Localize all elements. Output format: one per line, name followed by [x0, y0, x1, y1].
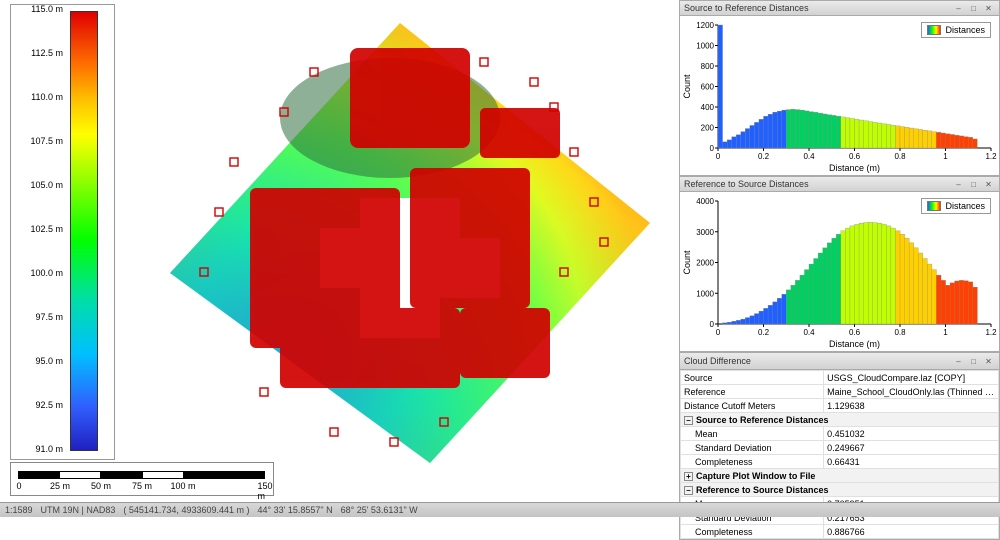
- svg-text:0.4: 0.4: [803, 328, 815, 337]
- svg-text:0.6: 0.6: [849, 152, 861, 161]
- svg-text:0.6: 0.6: [849, 328, 861, 337]
- scalebar-label: 100 m: [170, 481, 195, 491]
- colorbar-tick-label: 102.5 m: [15, 224, 63, 234]
- minimize-icon[interactable]: –: [952, 355, 965, 368]
- svg-text:Count: Count: [682, 74, 692, 99]
- svg-text:1000: 1000: [696, 289, 714, 298]
- table-row[interactable]: –Source to Reference Distances: [681, 413, 999, 427]
- svg-text:0.4: 0.4: [803, 152, 815, 161]
- panel-title-text: Reference to Source Distances: [684, 179, 809, 189]
- scalebar-label: 50 m: [91, 481, 111, 491]
- maximize-icon[interactable]: □: [967, 355, 980, 368]
- table-row[interactable]: Standard Deviation0.249667: [681, 441, 999, 455]
- scalebar-label: 0: [16, 481, 21, 491]
- colorbar-tick-label: 107.5 m: [15, 136, 63, 146]
- table-row[interactable]: –Reference to Source Distances: [681, 483, 999, 497]
- table-row[interactable]: Distance Cutoff Meters1.129638: [681, 399, 999, 413]
- scale-bar: 025 m50 m75 m100 m150 m: [10, 462, 274, 496]
- colorbar-tick-label: 97.5 m: [15, 312, 63, 322]
- scalebar-label: 150 m: [257, 481, 272, 501]
- status-scale: 1:1589: [5, 505, 33, 515]
- svg-text:0: 0: [716, 328, 721, 337]
- svg-text:Distance (m): Distance (m): [829, 163, 880, 173]
- colorbar-tick-label: 100.0 m: [15, 268, 63, 278]
- svg-text:400: 400: [701, 103, 715, 112]
- colorbar-tick-label: 110.0 m: [15, 92, 63, 102]
- svg-text:Count: Count: [682, 250, 692, 275]
- chart-legend: Distances: [921, 198, 991, 214]
- svg-text:1000: 1000: [696, 42, 714, 51]
- svg-text:3000: 3000: [696, 228, 714, 237]
- svg-text:1: 1: [943, 152, 948, 161]
- close-icon[interactable]: ✕: [982, 2, 995, 15]
- scalebar-label: 25 m: [50, 481, 70, 491]
- colorbar-tick-label: 92.5 m: [15, 400, 63, 410]
- colorbar-tick-label: 105.0 m: [15, 180, 63, 190]
- svg-text:2000: 2000: [696, 259, 714, 268]
- close-icon[interactable]: ✕: [982, 355, 995, 368]
- colorbar: 115.0 m 112.5 m 110.0 m 107.5 m 105.0 m 102.5…: [10, 4, 115, 460]
- svg-text:800: 800: [701, 62, 715, 71]
- svg-text:0.2: 0.2: [758, 152, 770, 161]
- panel-title-text: Source to Reference Distances: [684, 3, 809, 13]
- svg-text:4000: 4000: [696, 197, 714, 206]
- close-icon[interactable]: ✕: [982, 178, 995, 191]
- svg-text:0: 0: [710, 144, 715, 153]
- colorbar-tick-label: 91.0 m: [15, 444, 63, 454]
- svg-text:1.2: 1.2: [985, 328, 997, 337]
- status-latitude: 44° 33' 15.8557" N: [258, 505, 333, 515]
- svg-text:1: 1: [943, 328, 948, 337]
- table-row[interactable]: Completeness0.886766: [681, 525, 999, 539]
- maximize-icon[interactable]: □: [967, 2, 980, 15]
- status-projection: UTM 19N | NAD83: [41, 505, 116, 515]
- chart-legend: Distances: [921, 22, 991, 38]
- legend-swatch-icon: [927, 25, 941, 35]
- table-row[interactable]: SourceUSGS_CloudCompare.laz [COPY]: [681, 371, 999, 385]
- panel-title-text: Cloud Difference: [684, 356, 751, 366]
- svg-text:0.8: 0.8: [894, 328, 906, 337]
- table-row[interactable]: +Capture Plot Window to File: [681, 469, 999, 483]
- colorbar-gradient: [70, 11, 98, 451]
- collapse-icon[interactable]: –: [684, 486, 693, 495]
- status-bar: 1:1589 UTM 19N | NAD83 ( 545141.734, 493…: [0, 502, 1000, 517]
- minimize-icon[interactable]: –: [952, 2, 965, 15]
- svg-text:600: 600: [701, 83, 715, 92]
- table-row[interactable]: Completeness0.66431: [681, 455, 999, 469]
- colorbar-tick-label: 112.5 m: [15, 48, 63, 58]
- svg-text:0: 0: [710, 320, 715, 329]
- table-row[interactable]: ReferenceMaine_School_CloudOnly.las (Thi…: [681, 385, 999, 399]
- collapse-icon[interactable]: –: [684, 416, 693, 425]
- table-row[interactable]: Mean0.451032: [681, 427, 999, 441]
- status-longitude: 68° 25' 53.6131" W: [341, 505, 418, 515]
- legend-label: Distances: [945, 201, 985, 211]
- point-cloud-view[interactable]: [130, 8, 670, 478]
- main-viewport[interactable]: 115.0 m 112.5 m 110.0 m 107.5 m 105.0 m 102.5…: [0, 0, 679, 502]
- svg-text:0.8: 0.8: [894, 152, 906, 161]
- colorbar-tick-label: 95.0 m: [15, 356, 63, 366]
- reference-to-source-panel: Reference to Source Distances – □ ✕ 0100…: [679, 176, 1000, 352]
- r2s-histogram[interactable]: 0 1000 2000 3000 4000 0 0.2 0.4 0.6 0.8 1 1.2 Distan…: [680, 192, 999, 351]
- svg-text:1200: 1200: [696, 21, 714, 30]
- minimize-icon[interactable]: –: [952, 178, 965, 191]
- collapse-icon[interactable]: +: [684, 472, 693, 481]
- colorbar-tick-label: 115.0 m: [15, 4, 63, 14]
- legend-swatch-icon: [927, 201, 941, 211]
- svg-text:Distance (m): Distance (m): [829, 339, 880, 349]
- right-side-panels: Source to Reference Distances – □ ✕ 0 200…: [679, 0, 1000, 502]
- source-to-reference-panel: Source to Reference Distances – □ ✕ 0 200…: [679, 0, 1000, 176]
- svg-text:0: 0: [716, 152, 721, 161]
- svg-text:200: 200: [701, 124, 715, 133]
- s2r-histogram[interactable]: 0 200 400 600 800 1000 1200 0 0.2 0.4 0.6 0.8 1 1.2 Di…: [680, 16, 999, 175]
- svg-text:1.2: 1.2: [985, 152, 997, 161]
- status-coord-meters: ( 545141.734, 4933609.441 m ): [123, 505, 249, 515]
- maximize-icon[interactable]: □: [967, 178, 980, 191]
- svg-text:0.2: 0.2: [758, 328, 770, 337]
- scalebar-label: 75 m: [132, 481, 152, 491]
- legend-label: Distances: [945, 25, 985, 35]
